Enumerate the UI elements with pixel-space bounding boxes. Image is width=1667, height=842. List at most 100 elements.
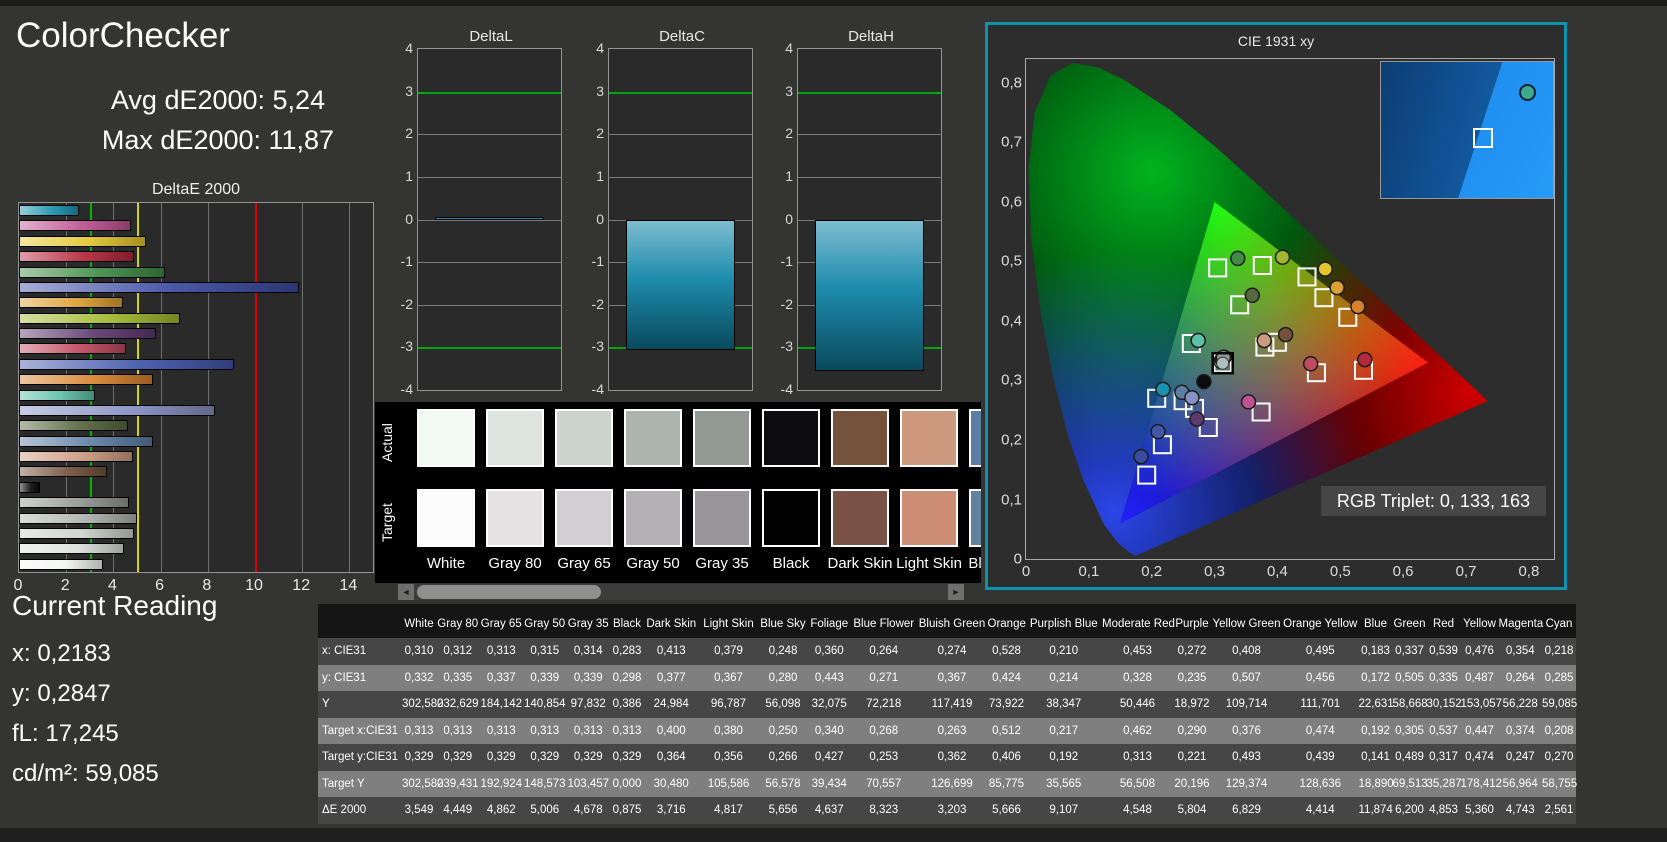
actual-swatch-gray-65[interactable]	[555, 409, 613, 467]
delta-y-tick: -1	[780, 253, 793, 270]
actual-swatch-black[interactable]	[762, 409, 820, 467]
table-cell: 0,332	[404, 671, 434, 684]
table-cell: 0,340	[814, 724, 844, 737]
bottom-window-edge	[0, 828, 1667, 842]
table-cell: 0,310	[404, 645, 434, 657]
scroll-left-button[interactable]: ◄	[398, 584, 414, 600]
table-cell: 0,248	[768, 645, 798, 657]
target-swatch-blue-sky[interactable]	[969, 489, 981, 547]
table-cell: 69,513	[1392, 777, 1428, 790]
table-cell: 126,699	[931, 777, 973, 790]
cie-x-tick: 0,6	[1392, 563, 1414, 580]
table-cell: 0,476	[1465, 645, 1494, 657]
actual-swatch-gray-35[interactable]	[693, 409, 751, 467]
delta-y-tick: 3	[405, 82, 413, 99]
table-cell: 4,853	[1429, 804, 1458, 816]
table-cell: 59,085	[1542, 698, 1578, 710]
table-col-header: Gray 65	[480, 618, 522, 630]
table-cell: 0,313	[486, 724, 516, 737]
measured-marker-dark-skin	[1277, 326, 1294, 343]
deltal-chart[interactable]: DeltaL 4 3 2 1 0 -1 -2 -3 -4	[395, 22, 565, 397]
table-row: Y 302,580 232,629 184,142 140,854 97,832 0,386…	[318, 691, 1578, 718]
cie-plot-area[interactable]: 0 0 0,1 0,1 0,2 0,2 0,3 0,3 0,4 0,4 0,5 0,5 0,6 0,6 0,…	[1001, 58, 1555, 580]
table-cell: 0,000	[612, 777, 642, 790]
deltah-plot	[797, 48, 942, 391]
table-cell: 56,228	[1502, 698, 1538, 710]
table-cell: 0,447	[1465, 724, 1494, 737]
table-cell: 0,313	[573, 724, 603, 737]
table-cell: 0,364	[656, 751, 686, 763]
scroll-right-button[interactable]: ►	[948, 584, 964, 600]
table-cell: 0,493	[1232, 751, 1261, 763]
table-col-header: Blue Flower	[853, 618, 915, 630]
table-row: Target Y 302,580 239,431 192,924 148,573 103,…	[318, 770, 1577, 797]
table-cell: 117,419	[931, 698, 973, 710]
table-cell: 0,427	[814, 751, 844, 763]
cie-x-tick: 0,4	[1266, 563, 1288, 580]
table-cell: 56,578	[765, 777, 801, 790]
deltae-gridline	[207, 203, 209, 572]
table-cell: 18,972	[1174, 698, 1210, 710]
deltae-gridline	[349, 203, 351, 572]
deltah-chart[interactable]: DeltaH 4 3 2 1 0 -1 -2 -3 -4	[775, 22, 945, 397]
table-cell: 0,253	[869, 751, 899, 763]
actual-swatch-white[interactable]	[417, 409, 475, 467]
target-swatch-gray-80[interactable]	[486, 489, 544, 547]
deltae-bar	[19, 497, 130, 509]
swatch-label: White	[426, 555, 466, 572]
deltae-bar	[19, 466, 107, 478]
actual-swatch-gray-80[interactable]	[486, 409, 544, 467]
actual-swatch-gray-50[interactable]	[624, 409, 682, 467]
swatch-scrollbar[interactable]: ◄ ►	[398, 584, 964, 600]
table-cell: 58,668	[1392, 698, 1428, 710]
table-cell: 0,362	[937, 751, 967, 763]
target-swatch-light-skin[interactable]	[900, 489, 958, 547]
inset-target-marker	[1473, 128, 1493, 148]
table-cell: 0,271	[869, 671, 899, 684]
actual-swatch-blue-sky[interactable]	[969, 409, 981, 467]
target-swatch-white[interactable]	[417, 489, 475, 547]
cie-y-tick: 0,6	[1001, 193, 1022, 211]
target-swatch-gray-65[interactable]	[555, 489, 613, 547]
table-cell: 0,250	[768, 724, 798, 737]
deltac-chart[interactable]: DeltaC 4 3 2 1 0 -1 -2 -3 -4	[586, 22, 756, 397]
table-cell: 0,272	[1177, 645, 1207, 657]
table-cell: 3,549	[404, 804, 434, 816]
table-row-label: x: CIE31	[322, 645, 367, 657]
actual-swatch-light-skin[interactable]	[900, 409, 958, 467]
target-swatch-gray-50[interactable]	[624, 489, 682, 547]
deltal-title: DeltaL	[469, 28, 513, 45]
delta-y-tick: 0	[785, 210, 793, 227]
deltae-x-tick: 14	[339, 577, 358, 594]
table-cell: 0,314	[573, 645, 603, 657]
deltah-title: DeltaH	[848, 28, 894, 45]
rgb-triplet-readout: RGB Triplet: 0, 133, 163	[1320, 486, 1546, 516]
deltae-bar	[19, 420, 129, 432]
deltae-bar	[19, 281, 300, 293]
table-cell: 0,337	[1395, 645, 1424, 657]
target-swatch-gray-35[interactable]	[693, 489, 751, 547]
table-cell: 0,376	[1232, 724, 1261, 737]
deltae-bar	[19, 235, 146, 247]
avg-de2000: Avg dE2000: 5,24	[110, 85, 326, 115]
deltae-bar	[19, 435, 153, 447]
upper-tolerance-line	[609, 91, 752, 94]
cie-diagram-panel[interactable]: CIE 1931 xy 0 0 0,1 0,1 0,2 0,2 0,3 0,3 …	[985, 22, 1567, 590]
table-cell: 30,480	[653, 777, 689, 790]
target-swatch-black[interactable]	[762, 489, 820, 547]
table-cell: 35,287	[1426, 777, 1462, 790]
table-cell: 73,922	[988, 698, 1025, 710]
table-col-header: Black	[612, 618, 642, 630]
swatch-panel[interactable]: Actual Target White Gray 80 Gray 65 Gray 50 G…	[375, 402, 981, 583]
table-col-header: Moderate Red	[1102, 618, 1175, 630]
table-col-header: Magenta	[1498, 618, 1544, 630]
scrollbar-thumb[interactable]	[417, 585, 601, 599]
deltae-bar-chart[interactable]	[18, 202, 374, 573]
delta-y-tick: 0	[405, 210, 413, 227]
delta-y-tick: 4	[785, 40, 793, 56]
target-swatch-dark-skin[interactable]	[831, 489, 889, 547]
actual-swatch-dark-skin[interactable]	[831, 409, 889, 467]
reading-cdm2: cd/m²: 59,085	[12, 760, 159, 787]
deltae-x-tick: 10	[245, 577, 263, 594]
delta-y-tick: -4	[400, 381, 413, 397]
